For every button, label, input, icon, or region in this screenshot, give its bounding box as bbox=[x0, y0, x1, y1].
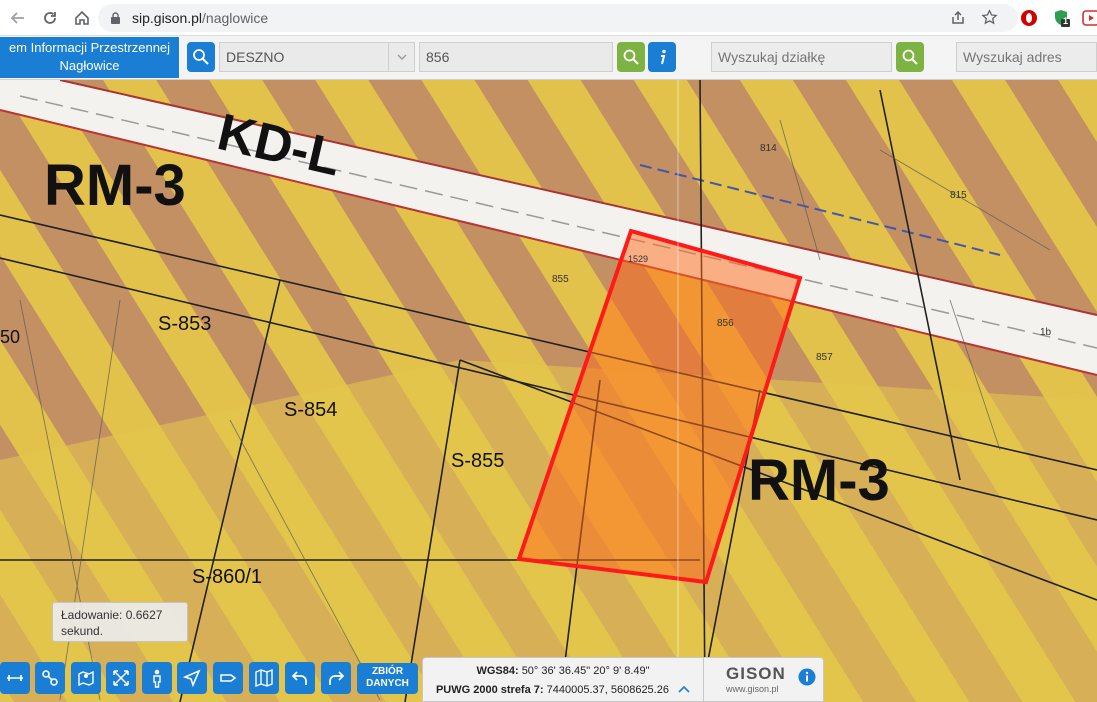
search-address-text-field[interactable] bbox=[963, 43, 1096, 71]
folded-map-icon bbox=[255, 668, 273, 688]
direction-button[interactable] bbox=[213, 662, 243, 694]
parcel-label-814: 814 bbox=[760, 143, 777, 154]
info-circle-icon[interactable] bbox=[798, 668, 816, 686]
coordinates-panel: WGS84: 50° 36' 36.45" 20° 9' 8.49" PUWG … bbox=[422, 657, 704, 702]
redo-button[interactable] bbox=[321, 662, 351, 694]
shield-extension-icon[interactable]: 1 bbox=[1050, 7, 1072, 29]
locate-button[interactable] bbox=[177, 662, 207, 694]
layers-button[interactable] bbox=[187, 42, 215, 72]
search-parcel-input[interactable] bbox=[711, 42, 892, 72]
fullscreen-button[interactable] bbox=[106, 662, 136, 694]
info-button[interactable] bbox=[648, 42, 676, 72]
share-icon[interactable] bbox=[950, 10, 966, 26]
home-icon[interactable] bbox=[68, 4, 96, 32]
parcel-label-853: S-853 bbox=[158, 313, 211, 335]
map-layers-button[interactable] bbox=[249, 662, 279, 694]
parcel-label-815: 815 bbox=[950, 190, 967, 201]
back-icon[interactable] bbox=[4, 4, 32, 32]
parcel-label-856: 856 bbox=[717, 318, 734, 329]
district-select[interactable]: DESZNO bbox=[219, 42, 415, 72]
direction-sign-icon bbox=[220, 674, 237, 682]
gison-site: www.gison.pl bbox=[726, 684, 779, 694]
search-address-input[interactable] bbox=[956, 42, 1097, 72]
app-toolbar: em Informacji Przestrzennej Nagłowice DE… bbox=[0, 36, 1097, 80]
address-bar[interactable]: sip.gison.pl/naglowice bbox=[98, 4, 1018, 32]
redo-arrow-icon bbox=[329, 671, 345, 685]
expand-arrows-icon bbox=[113, 670, 129, 686]
parcel-label-855b: 855 bbox=[552, 274, 569, 285]
street-view-button[interactable] bbox=[142, 662, 172, 694]
map-pin-icon bbox=[78, 670, 94, 687]
parcel-number-input[interactable]: 856 bbox=[419, 42, 613, 72]
parcel-label-1b: 1b bbox=[1040, 327, 1052, 338]
map-pin-button[interactable] bbox=[71, 662, 101, 694]
zone-label-right: RM-3 bbox=[748, 448, 890, 513]
magnifier-layers-icon bbox=[193, 49, 209, 65]
loading-time-box: Ładowanie: 0.6627 sekund. bbox=[52, 602, 188, 642]
opera-extension-icon[interactable] bbox=[1018, 7, 1040, 29]
info-icon bbox=[661, 49, 666, 65]
gison-logo: GISON bbox=[726, 664, 786, 683]
chevron-up-icon[interactable] bbox=[678, 685, 690, 693]
url-text: sip.gison.pl/naglowice bbox=[132, 10, 269, 26]
parcel-label-857: 857 bbox=[816, 352, 833, 363]
zone-label-left: RM-3 bbox=[44, 153, 186, 218]
parcel-label-855: S-855 bbox=[451, 450, 504, 472]
parcel-label-854: S-854 bbox=[284, 399, 337, 421]
search-parcel-text-field[interactable] bbox=[718, 43, 891, 71]
parcel-label-860: S-860/1 bbox=[192, 566, 262, 588]
link-icon bbox=[42, 670, 58, 686]
navigation-arrow-icon bbox=[182, 669, 201, 688]
measure-button[interactable] bbox=[0, 662, 30, 694]
map-view[interactable]: KD-L RM-3 RM-3 S-853 S-854 S-855 S-860/1… bbox=[0, 80, 1097, 702]
app-title: em Informacji Przestrzennej Nagłowice bbox=[0, 37, 179, 78]
ruler-icon bbox=[7, 675, 23, 681]
undo-arrow-icon bbox=[291, 671, 307, 685]
undo-button[interactable] bbox=[285, 662, 315, 694]
chevron-down-icon[interactable] bbox=[388, 42, 415, 72]
search-parcel-button[interactable] bbox=[617, 42, 645, 72]
parcel-label-1529: 1529 bbox=[628, 254, 648, 264]
video-extension-icon[interactable] bbox=[1080, 7, 1097, 29]
bookmark-star-icon[interactable] bbox=[981, 9, 998, 26]
search-parcel-go-button[interactable] bbox=[896, 42, 924, 72]
reload-icon[interactable] bbox=[36, 4, 64, 32]
link-button[interactable] bbox=[35, 662, 65, 694]
lock-icon bbox=[111, 12, 120, 24]
extension-badge: 1 bbox=[1063, 16, 1069, 26]
gison-brand[interactable]: GISON www.gison.pl bbox=[704, 657, 824, 702]
parcel-label-50: 50 bbox=[0, 327, 20, 347]
person-icon bbox=[153, 669, 161, 688]
search-icon bbox=[902, 49, 918, 65]
dataset-button[interactable]: ZBIÓR DANYCH bbox=[357, 663, 418, 694]
search-icon bbox=[623, 49, 639, 65]
browser-toolbar: sip.gison.pl/naglowice 1 bbox=[0, 0, 1097, 36]
